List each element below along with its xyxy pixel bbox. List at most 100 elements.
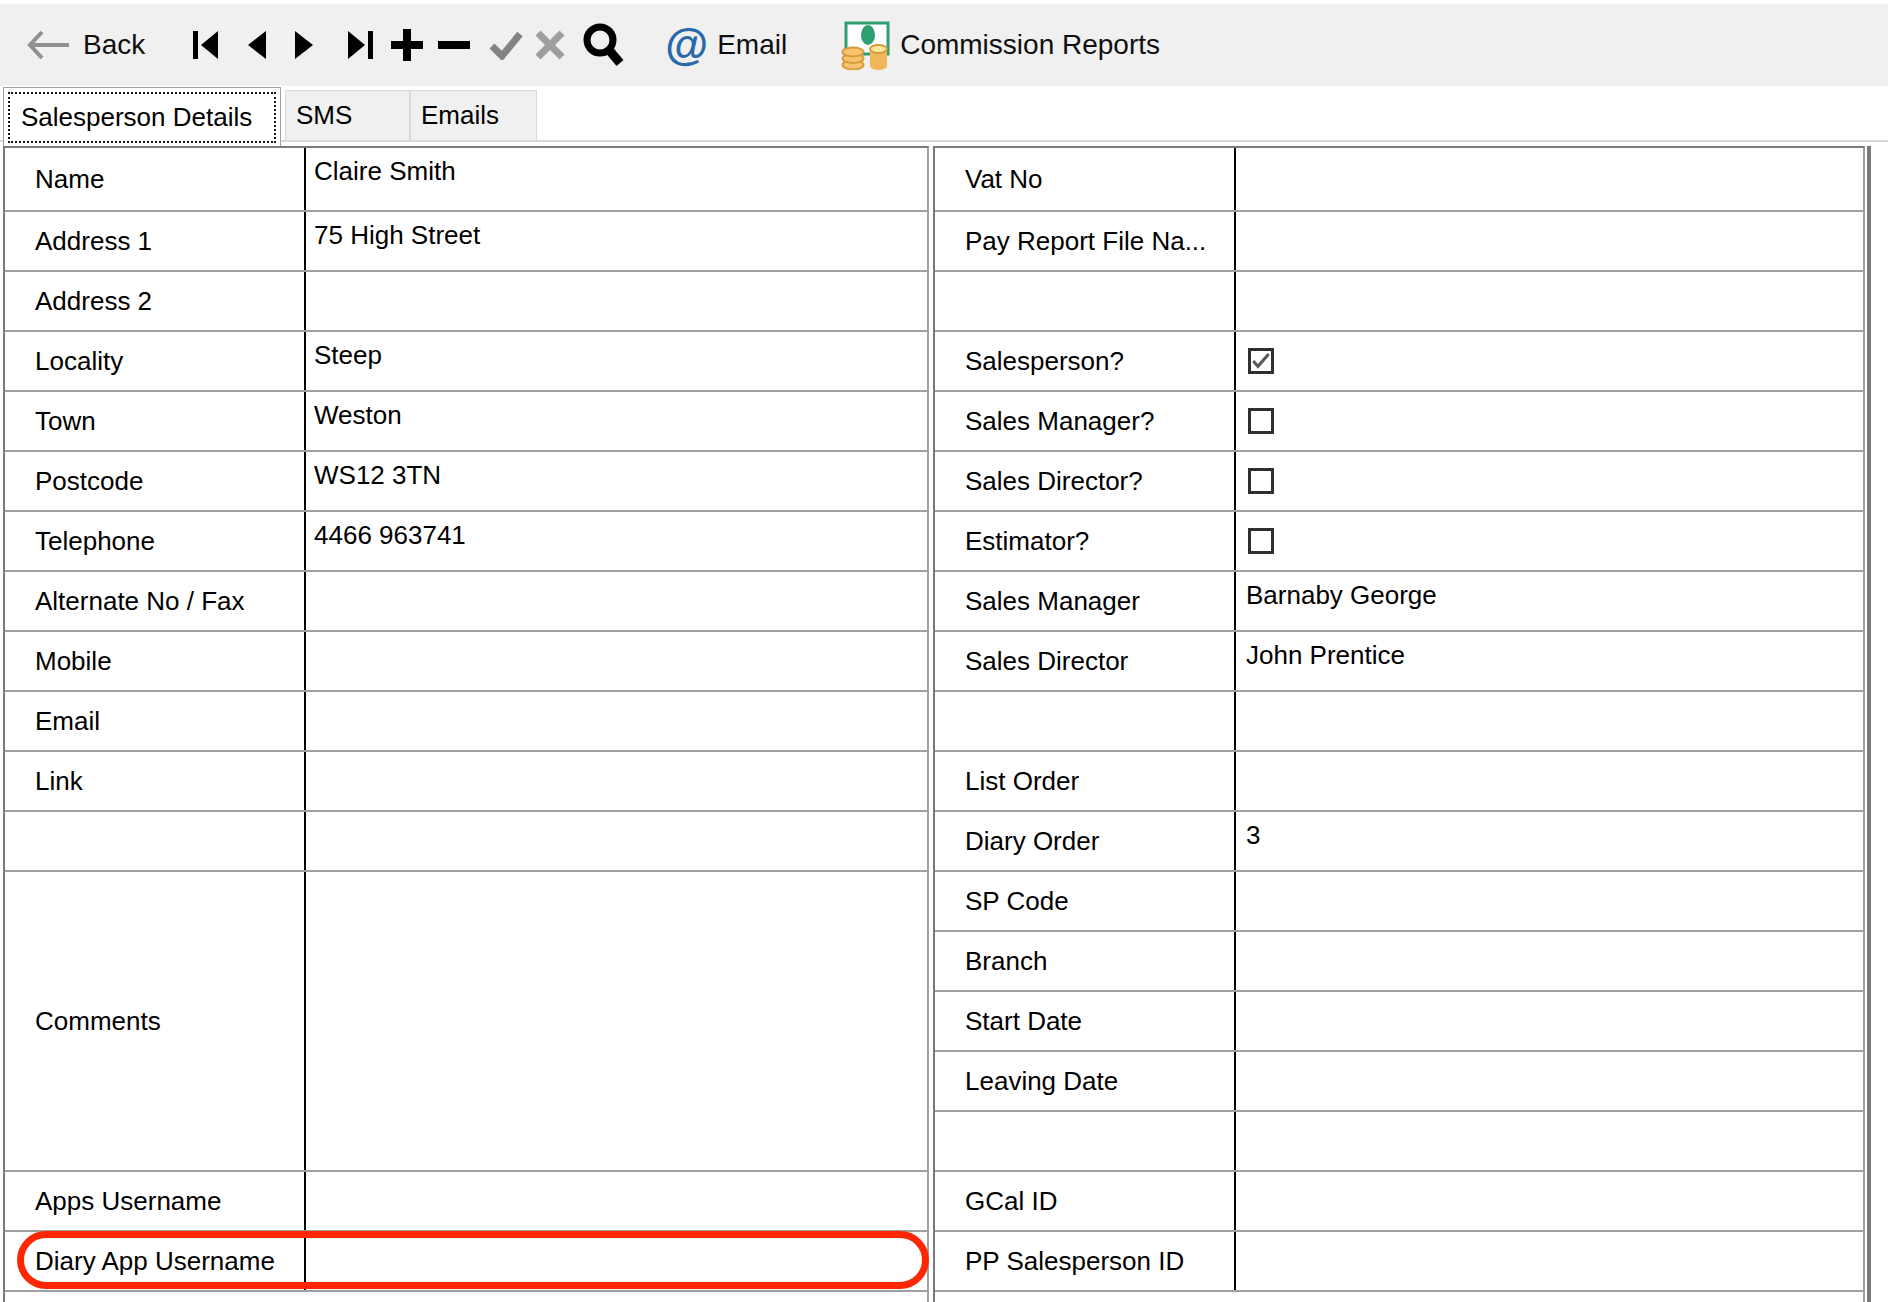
blank-value[interactable] [1236,692,1863,750]
leaving-date-label: Leaving Date [935,1052,1236,1110]
diary-order-value[interactable]: 3 [1236,812,1863,870]
address-1-label: Address 1 [5,212,306,270]
email-label: Email [5,692,306,750]
salesperson-value[interactable] [1236,332,1863,390]
pay-report-file-na-value[interactable] [1236,212,1863,270]
commission-reports-button[interactable]: Commission Reports [841,20,1160,70]
row-blank [935,272,1863,332]
comments-label: Comments [5,872,306,1170]
row-diary-app-username: Diary App Username [5,1232,927,1292]
row-pp-salesperson-id: PP Salesperson ID [935,1232,1863,1292]
row-blank [935,692,1863,752]
blank-label [935,272,1236,330]
link-value[interactable] [306,752,927,810]
sales-director-value[interactable]: John Prentice [1236,632,1863,690]
search-button[interactable] [581,22,627,68]
blank-label [5,812,306,870]
row-sales-manager: Sales Manager? [935,392,1863,452]
blank-value[interactable] [1236,272,1863,330]
row-sales-manager: Sales ManagerBarnaby George [935,572,1863,632]
back-arrow-icon [25,28,71,62]
row-gcal-id: GCal ID [935,1172,1863,1232]
branch-value[interactable] [1236,932,1863,990]
email-value[interactable] [306,692,927,750]
diary-app-username-value[interactable] [306,1232,927,1290]
row-branch: Branch [935,932,1863,992]
row-sp-code: SP Code [935,872,1863,932]
apps-username-value[interactable] [306,1172,927,1230]
town-value[interactable]: Weston [306,392,927,450]
alternate-no-fax-value[interactable] [306,572,927,630]
blank-label [935,1112,1236,1170]
sp-code-value[interactable] [1236,872,1863,930]
name-label: Name [5,148,306,210]
start-date-value[interactable] [1236,992,1863,1050]
list-order-label: List Order [935,752,1236,810]
row-comments: Comments [5,872,927,1172]
blank-value[interactable] [306,812,927,870]
row-leaving-date: Leaving Date [935,1052,1863,1112]
sales-director-checkbox[interactable] [1248,468,1274,494]
cancel-button[interactable] [534,29,566,61]
row-blank [5,812,927,872]
locality-value[interactable]: Steep [306,332,927,390]
vat-no-value[interactable] [1236,148,1863,210]
gcal-id-value[interactable] [1236,1172,1863,1230]
tab-salesperson-details[interactable]: Salesperson Details [3,87,281,146]
tabstrip-baseline [0,140,1888,142]
row-estimator: Estimator? [935,512,1863,572]
back-label: Back [83,29,145,61]
link-label: Link [5,752,306,810]
previous-record-button[interactable] [246,30,267,60]
row-pay-report-file-na: Pay Report File Na... [935,212,1863,272]
diary-order-label: Diary Order [935,812,1236,870]
row-sales-director: Sales Director? [935,452,1863,512]
apps-username-label: Apps Username [5,1172,306,1230]
row-diary-order: Diary Order3 [935,812,1863,872]
estimator-checkbox[interactable] [1248,528,1274,554]
check-icon [1251,350,1271,372]
postcode-value[interactable]: WS12 3TN [306,452,927,510]
pp-salesperson-id-label: PP Salesperson ID [935,1232,1236,1290]
sales-manager-checkbox[interactable] [1248,408,1274,434]
vat-no-label: Vat No [935,148,1236,210]
row-locality: LocalitySteep [5,332,927,392]
last-record-button[interactable] [347,30,374,60]
email-button[interactable]: @ Email [665,23,787,67]
add-record-button[interactable] [389,27,425,63]
sales-director-label: Sales Director [935,632,1236,690]
address-2-value[interactable] [306,272,927,330]
name-value[interactable]: Claire Smith [306,148,927,210]
comments-value[interactable] [306,872,927,1170]
sales-manager-value[interactable]: Barnaby George [1236,572,1863,630]
postcode-label: Postcode [5,452,306,510]
salesperson-details-right-table: Vat NoPay Report File Na...Salesperson?S… [933,146,1865,1302]
delete-record-button[interactable] [438,40,470,50]
row-name: NameClaire Smith [5,148,927,212]
first-record-button[interactable] [192,30,219,60]
confirm-button[interactable] [489,30,523,60]
next-record-button[interactable] [294,30,315,60]
salesperson-checkbox[interactable] [1248,348,1274,374]
leaving-date-value[interactable] [1236,1052,1863,1110]
back-button[interactable]: Back [25,28,145,62]
row-list-order: List Order [935,752,1863,812]
right-panel-edge [1867,146,1871,1302]
tab-emails[interactable]: Emails [410,90,537,140]
sales-manager-value[interactable] [1236,392,1863,450]
pp-salesperson-id-value[interactable] [1236,1232,1863,1290]
list-order-value[interactable] [1236,752,1863,810]
mobile-value[interactable] [306,632,927,690]
tab-emails-label: Emails [421,100,499,131]
estimator-value[interactable] [1236,512,1863,570]
sp-code-label: SP Code [935,872,1236,930]
sales-director-value[interactable] [1236,452,1863,510]
row-salesperson: Salesperson? [935,332,1863,392]
blank-value[interactable] [1236,1112,1863,1170]
salesperson-details-left-table: NameClaire SmithAddress 175 High Street A… [3,146,929,1302]
mobile-label: Mobile [5,632,306,690]
sales-manager-label: Sales Manager [935,572,1236,630]
address-1-value[interactable]: 75 High Street [306,212,927,270]
telephone-value[interactable]: 4466 963741 [306,512,927,570]
tab-sms[interactable]: SMS [285,90,410,140]
